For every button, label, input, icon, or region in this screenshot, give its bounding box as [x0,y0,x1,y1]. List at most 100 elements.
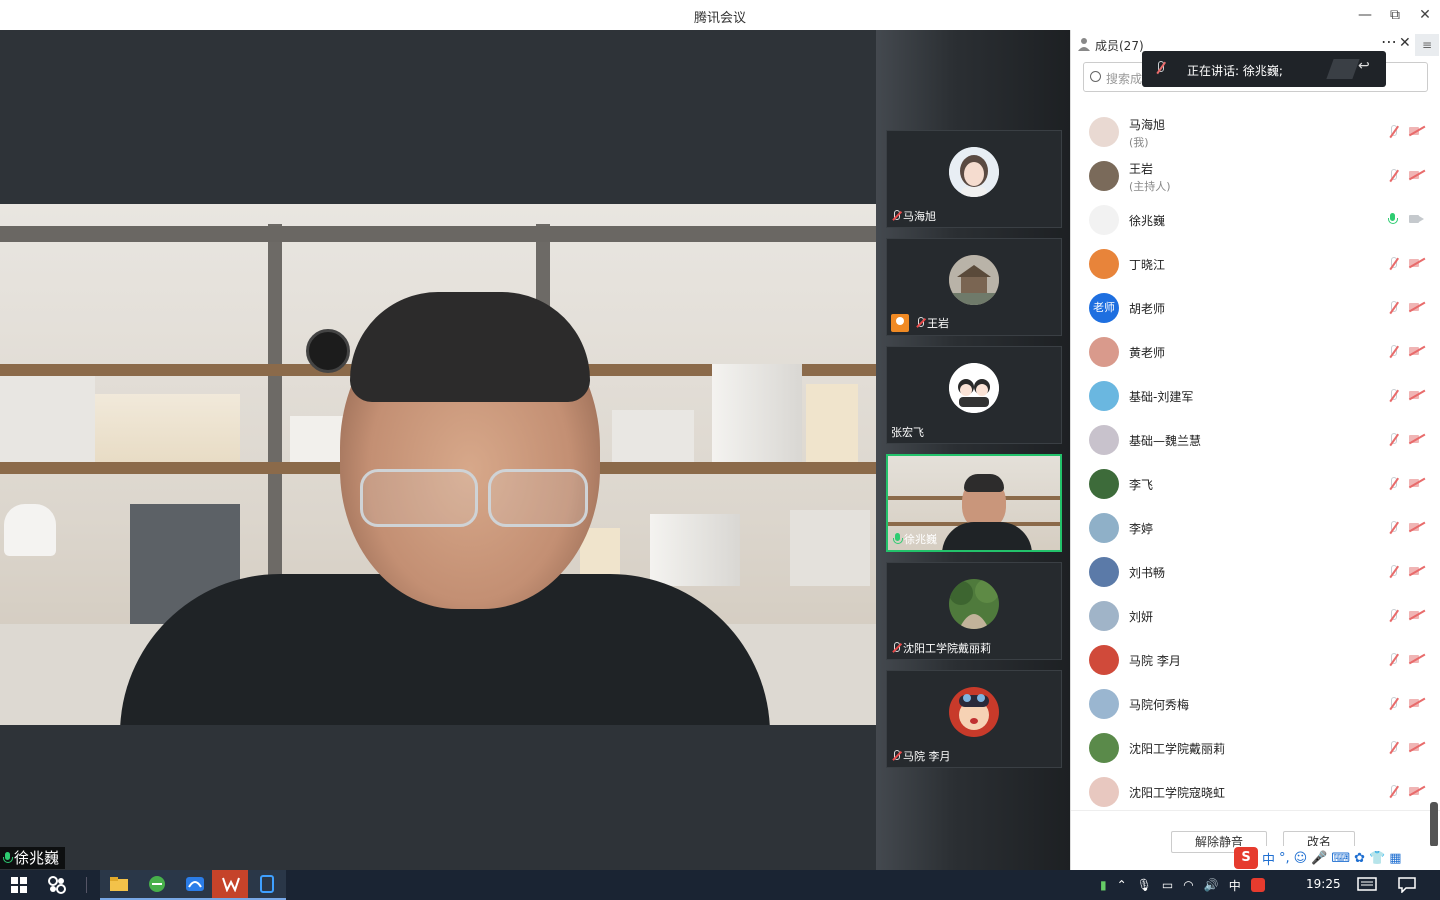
camera-off-icon[interactable] [1409,434,1425,444]
skin-icon[interactable]: ✿ [1354,851,1365,866]
camera-off-icon[interactable] [1409,170,1425,180]
member-row[interactable]: 黄老师 [1071,330,1440,374]
camera-off-icon[interactable] [1409,654,1425,664]
file-explorer-icon[interactable] [100,870,138,900]
camera-off-icon[interactable] [1409,522,1425,532]
main-video-area[interactable] [0,30,876,870]
cartoon-avatar-icon [949,687,999,737]
reply-icon[interactable]: ↩ [1358,58,1370,74]
ime-indicator[interactable]: 中 [1229,877,1241,894]
thumbnail-name: 马海旭 [891,208,936,224]
camera-off-icon[interactable] [1409,302,1425,312]
mic-muted-icon[interactable] [1387,257,1399,271]
tencent-meeting-icon[interactable] [176,870,214,900]
wps-icon[interactable] [212,870,250,900]
member-row[interactable]: 徐兆巍 [1071,198,1440,242]
thumbnail-tile[interactable]: 马海旭 [886,130,1062,228]
member-row[interactable]: 王岩 (主持人) [1071,154,1440,198]
mic-muted-icon[interactable] [1387,345,1399,359]
battery-app-icon[interactable]: ▮ [1100,878,1107,892]
member-avatar [1089,381,1119,411]
member-row[interactable]: 老师 胡老师 [1071,286,1440,330]
thumbnail-tile[interactable]: 王岩 [886,238,1062,336]
taskbar-clock[interactable]: 19:25 [1306,877,1341,891]
ime-toolbar[interactable]: S 中 °, ☺ 🎤 ⌨ ✿ 👕 ▦ [1234,846,1440,870]
camera-off-icon[interactable] [1409,742,1425,752]
member-avatar [1089,645,1119,675]
emoji-icon[interactable]: ☺ [1294,851,1308,866]
ime-lang[interactable]: 中 [1262,849,1275,868]
camera-off-icon[interactable] [1409,610,1425,620]
camera-off-icon[interactable] [1409,478,1425,488]
sogou-logo-icon[interactable]: S [1234,847,1258,869]
shirt-icon[interactable]: 👕 [1369,851,1385,866]
member-row[interactable]: 刘妍 [1071,594,1440,638]
camera-off-icon[interactable] [1409,390,1425,400]
thumbnail-tile[interactable]: 沈阳工学院戴丽莉 [886,562,1062,660]
task-view-icon[interactable] [38,870,76,900]
mic-muted-icon[interactable] [1387,565,1399,579]
start-button[interactable] [0,870,38,900]
member-list-scrollbar[interactable] [1430,802,1438,847]
mic-muted-icon[interactable] [1387,653,1399,667]
camera-off-icon[interactable] [1409,698,1425,708]
member-row[interactable]: 马院何秀梅 [1071,682,1440,726]
member-row[interactable]: 基础—魏兰慧 [1071,418,1440,462]
menu-icon[interactable]: ≡ [1415,34,1439,56]
mic-muted-icon[interactable] [1387,389,1399,403]
voice-icon[interactable]: 🎤 [1311,851,1327,866]
mic-muted-icon[interactable] [1387,169,1399,183]
mic-muted-icon[interactable] [1387,125,1399,139]
mic-on-icon[interactable] [1387,213,1398,225]
camera-off-icon[interactable] [1409,258,1425,268]
camera-icon[interactable] [1409,214,1425,224]
grid-icon[interactable]: ▦ [1389,851,1401,866]
member-role: (我) [1129,136,1149,149]
volume-icon[interactable]: 🔊 [1204,878,1219,892]
camera-off-icon[interactable] [1409,346,1425,356]
minimize-button[interactable]: — [1350,0,1380,30]
mic-muted-icon[interactable] [1387,301,1399,315]
mic-muted-icon[interactable] [1387,697,1399,711]
member-row[interactable]: 沈阳工学院戴丽莉 [1071,726,1440,770]
chevron-up-icon[interactable]: ⌃ [1117,878,1127,892]
browser-icon[interactable] [138,870,176,900]
thumbnail-tile-active[interactable]: 徐兆巍 [886,454,1062,552]
member-row[interactable]: 李婷 [1071,506,1440,550]
maximize-button[interactable]: ⧉ [1380,0,1410,30]
member-row[interactable]: 丁晓江 [1071,242,1440,286]
member-row[interactable]: 马院 李月 [1071,638,1440,682]
close-panel-icon[interactable]: ✕ [1399,35,1411,51]
phone-app-icon[interactable] [248,870,286,900]
member-name: 刘书畅 [1129,566,1166,580]
member-row[interactable]: 刘书畅 [1071,550,1440,594]
member-row[interactable]: 李飞 [1071,462,1440,506]
mic-muted-icon[interactable] [1387,433,1399,447]
camera-off-icon[interactable] [1409,786,1425,796]
wifi-icon[interactable]: ◠ [1183,878,1193,892]
member-row[interactable]: 基础-刘建军 [1071,374,1440,418]
camera-off-icon[interactable] [1409,566,1425,576]
couple-avatar-icon [949,363,999,413]
camera-off-icon[interactable] [1409,126,1425,136]
battery-icon[interactable]: ▭ [1162,878,1173,892]
more-options-icon[interactable]: ⋯ [1381,32,1397,51]
mic-muted-icon[interactable] [1387,521,1399,535]
sogou-tray-icon[interactable] [1250,878,1265,892]
thumbnail-tile[interactable]: 张宏飞 [886,346,1062,444]
mic-muted-icon [891,210,901,222]
member-row[interactable]: 沈阳工学院寇晓虹 [1071,770,1440,814]
thumbnail-tile[interactable]: 马院 李月 [886,670,1062,768]
thumbnail-name: 马院 李月 [891,748,951,764]
action-center-icon[interactable] [1388,870,1426,900]
mic-muted-icon[interactable] [1387,741,1399,755]
member-row[interactable]: 马海旭 (我) [1071,110,1440,154]
mic-muted-icon[interactable] [1387,609,1399,623]
ime-punct[interactable]: °, [1279,851,1290,866]
mic-muted-icon[interactable] [1387,785,1399,799]
microphone-icon[interactable]: 🎙 [1137,878,1152,892]
close-window-button[interactable]: ✕ [1410,0,1440,30]
keyboard-icon[interactable]: ⌨ [1331,851,1350,866]
notification-message-icon[interactable] [1348,870,1386,900]
mic-muted-icon[interactable] [1387,477,1399,491]
